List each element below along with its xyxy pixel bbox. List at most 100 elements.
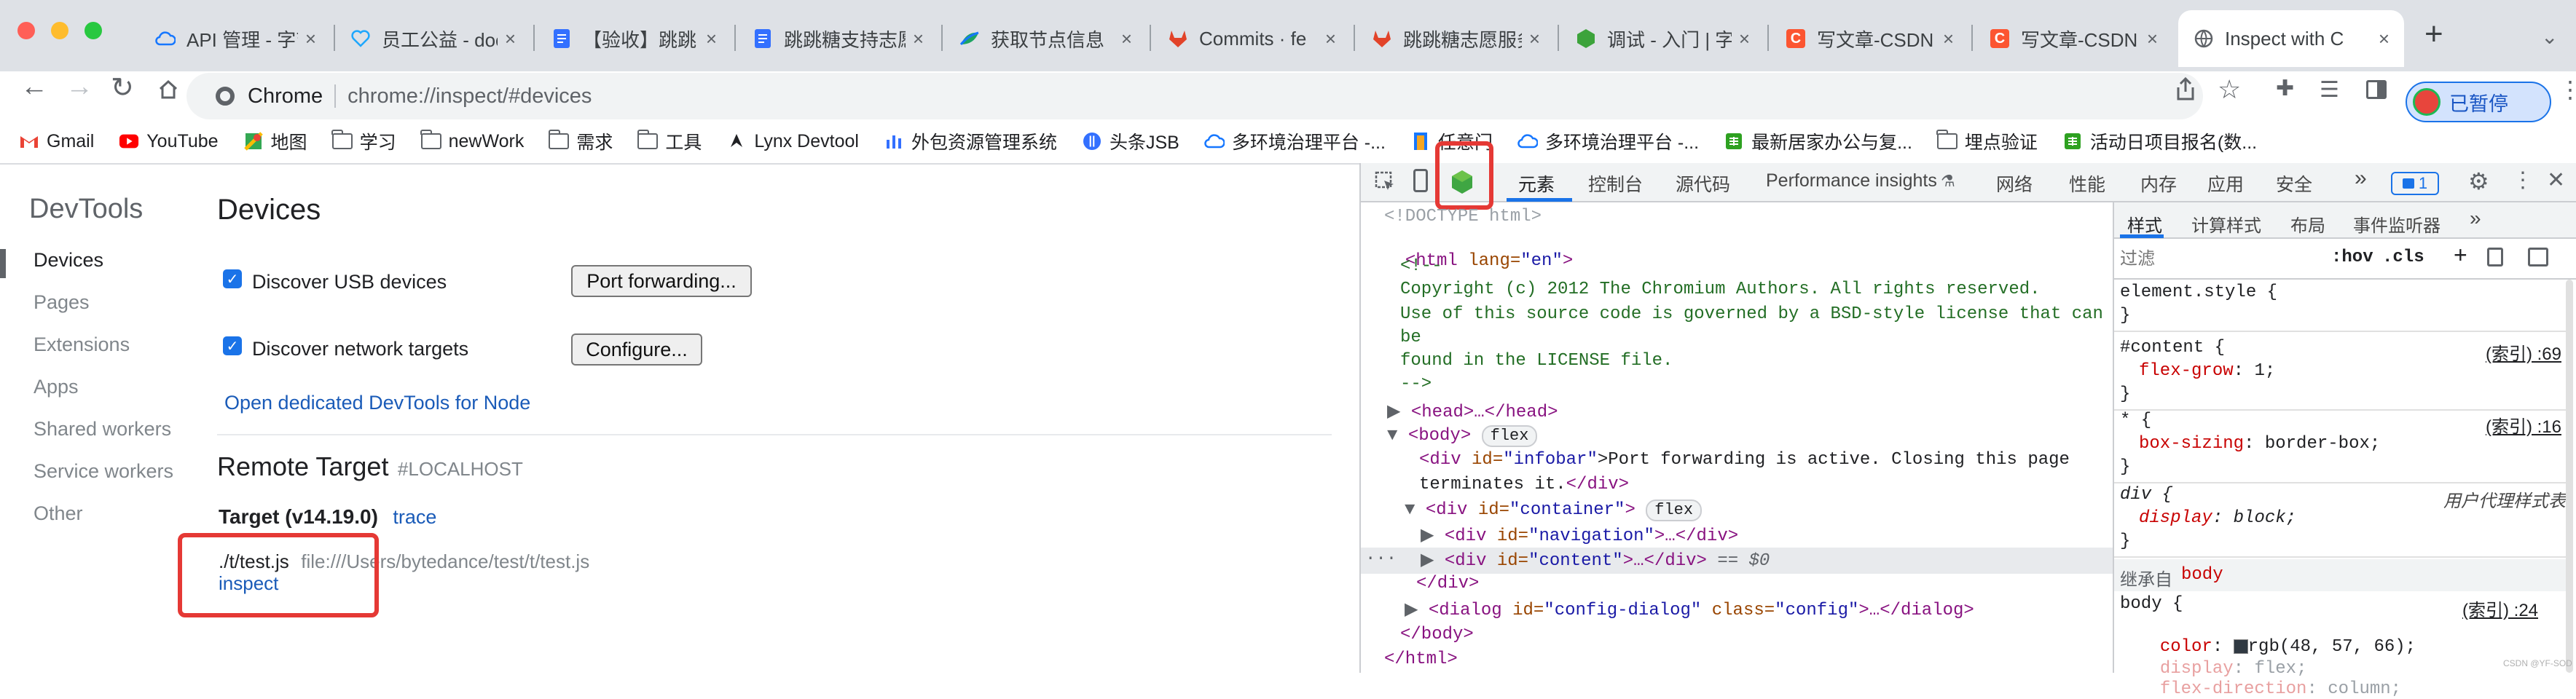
styles-tab[interactable]: 计算样式 — [2191, 211, 2261, 237]
toggle-sidebar-icon[interactable] — [2528, 248, 2548, 266]
sidebar-item-extensions[interactable]: Extensions — [34, 333, 130, 356]
sidebar-item-apps[interactable]: Apps — [34, 376, 79, 398]
styles-scrollbar[interactable] — [2566, 280, 2573, 673]
styles-tab[interactable]: 样式 — [2127, 211, 2162, 237]
css-declaration[interactable]: display: block; — [2139, 508, 2296, 528]
browser-tab[interactable]: 跳跳糖志愿服务 × — [1356, 10, 1555, 67]
bookmark-item[interactable]: 外包资源管理系统 — [884, 128, 1057, 154]
paint-icon[interactable] — [2487, 248, 2503, 266]
chrome-menu-icon[interactable]: ⋮ — [2559, 76, 2576, 103]
more-tabs-button[interactable]: » — [2355, 166, 2367, 191]
side-panel-icon[interactable] — [2366, 80, 2387, 99]
browser-tab[interactable]: 调试 - 入门 | 字 × — [1560, 10, 1764, 67]
node-devtools-link[interactable]: Open dedicated DevTools for Node — [224, 392, 530, 414]
devtools-tab[interactable]: 元素 — [1518, 170, 1555, 197]
tab-close-icon[interactable]: × — [1529, 28, 1540, 50]
bookmark-item[interactable]: Gmail — [19, 131, 94, 152]
profile-paused-button[interactable]: 已暂停 — [2406, 82, 2551, 122]
browser-tab[interactable]: Commits · fe × — [1152, 10, 1351, 67]
browser-tab[interactable]: Inspect with C × — [2178, 10, 2404, 67]
expand-arrow-icon[interactable]: ▶ — [1421, 551, 1445, 571]
bookmark-item[interactable]: 多环境治理平台 -... — [1204, 128, 1386, 154]
bookmark-item[interactable]: || 头条JSB — [1082, 128, 1179, 154]
sidebar-item-pages[interactable]: Pages — [34, 291, 90, 314]
bookmark-item[interactable]: 工具 — [637, 128, 702, 154]
address-bar[interactable]: Chrome chrome://inspect/#devices — [186, 73, 2203, 119]
styles-tab[interactable]: 布局 — [2290, 211, 2325, 237]
sidebar-item-shared-workers[interactable]: Shared workers — [34, 418, 171, 441]
home-button[interactable] — [157, 79, 179, 100]
tab-close-icon[interactable]: × — [1739, 28, 1750, 50]
bookmark-item[interactable]: 地图 — [243, 128, 307, 154]
browser-tab[interactable]: C 写文章-CSDN × — [1770, 10, 1968, 67]
flex-badge[interactable]: flex — [1646, 499, 1703, 521]
body-node[interactable]: ▼ <body> flex — [1387, 425, 1538, 447]
css-declaration[interactable]: flex-grow: 1; — [2139, 361, 2275, 381]
bookmark-item[interactable]: 学习 — [331, 128, 396, 154]
devtools-tab[interactable]: 安全 — [2276, 170, 2312, 197]
css-declaration[interactable]: box-sizing: border-box; — [2139, 434, 2380, 454]
styles-more-button[interactable]: » — [2470, 207, 2481, 230]
devtools-tab[interactable]: 控制台 — [1588, 170, 1643, 197]
minimize-window-button[interactable] — [51, 22, 68, 39]
devtools-tab[interactable]: Performance insights — [1766, 170, 1937, 191]
usb-checkbox[interactable]: ✓ — [223, 269, 242, 288]
configure-button[interactable]: Configure... — [571, 333, 702, 366]
expand-arrow-icon[interactable]: ▶ — [1405, 601, 1429, 620]
expand-arrow-icon[interactable]: ▶ — [1421, 526, 1445, 546]
port-forwarding-button[interactable]: Port forwarding... — [571, 265, 752, 297]
sidebar-item-devices[interactable]: Devices — [34, 249, 103, 272]
share-icon[interactable] — [2174, 76, 2197, 106]
body-rule-source[interactable]: (索引) :24 — [2462, 596, 2538, 621]
inherited-from-link[interactable]: body — [2181, 565, 2223, 585]
new-rule-button[interactable]: + — [2454, 242, 2467, 269]
tab-close-icon[interactable]: × — [706, 28, 717, 50]
container-node[interactable]: ▼ <div id="container"> flex — [1405, 499, 1703, 521]
trace-link[interactable]: trace — [393, 506, 436, 528]
devtools-tab[interactable]: 内存 — [2140, 170, 2177, 197]
settings-gear-icon[interactable]: ⚙ — [2468, 167, 2489, 195]
issues-badge[interactable]: 1 — [2391, 172, 2439, 195]
content-node[interactable]: ▶ <div id="content">…</div> == $0 — [1421, 549, 1770, 571]
browser-tab[interactable]: API 管理 - 字节 × — [140, 10, 331, 67]
expand-arrow-icon[interactable]: ▶ — [1387, 403, 1411, 422]
reload-button[interactable]: ↻ — [111, 71, 134, 104]
infobar-node[interactable]: <div id="infobar">Port forwarding is act… — [1419, 450, 2070, 470]
styles-filter-input[interactable] — [2118, 245, 2318, 274]
tab-close-icon[interactable]: × — [2379, 28, 2390, 50]
cls-button[interactable]: .cls — [2382, 248, 2424, 267]
devtools-tab[interactable]: 网络 — [1996, 170, 2033, 197]
navigation-node[interactable]: ▶ <div id="navigation">…</div> — [1421, 524, 1738, 546]
bookmark-item[interactable]: 需求 — [548, 128, 613, 154]
devtools-tab[interactable]: 性能 — [2069, 170, 2105, 197]
bookmark-item[interactable]: 多环境治理平台 -... — [1517, 128, 1699, 154]
collapse-arrow-icon[interactable]: ▼ — [1405, 500, 1426, 520]
browser-tab[interactable]: 跳跳糖支持志愿 × — [737, 10, 938, 67]
devtools-tab[interactable]: 源代码 — [1676, 170, 1730, 197]
zoom-window-button[interactable] — [85, 22, 102, 39]
bookmark-item[interactable]: 最新居家办公与复... — [1724, 128, 1912, 154]
sidebar-item-other[interactable]: Other — [34, 502, 83, 525]
bookmark-item[interactable]: 活动日项目报名(数... — [2062, 128, 2257, 154]
flex-badge[interactable]: flex — [1481, 425, 1538, 447]
tab-close-icon[interactable]: × — [1121, 28, 1132, 50]
tab-close-icon[interactable]: × — [305, 28, 316, 50]
css-source-link[interactable]: (索引) :16 — [2486, 412, 2561, 438]
sidebar-item-service-workers[interactable]: Service workers — [34, 460, 173, 483]
tab-close-icon[interactable]: × — [505, 28, 516, 50]
browser-tab[interactable]: 获取节点信息 × — [944, 10, 1147, 67]
hov-button[interactable]: :hov — [2331, 248, 2373, 267]
devtools-tab[interactable]: 应用 — [2207, 170, 2244, 197]
bookmark-item[interactable]: YouTube — [119, 131, 219, 152]
close-devtools-icon[interactable]: ✕ — [2547, 167, 2565, 193]
styles-tab[interactable]: 事件监听器 — [2353, 211, 2440, 237]
tab-close-icon[interactable]: × — [1943, 28, 1954, 50]
bookmark-item[interactable]: Lynx Devtool — [726, 131, 859, 152]
new-tab-button[interactable]: + — [2424, 16, 2443, 52]
bookmark-star-icon[interactable]: ☆ — [2218, 74, 2241, 105]
forward-button[interactable]: → — [66, 71, 93, 103]
head-node[interactable]: ▶ <head>…</head> — [1387, 400, 1558, 422]
extensions-icon[interactable]: ✚ — [2276, 76, 2294, 101]
tab-close-icon[interactable]: × — [2147, 28, 2158, 50]
tab-close-icon[interactable]: × — [913, 28, 924, 50]
